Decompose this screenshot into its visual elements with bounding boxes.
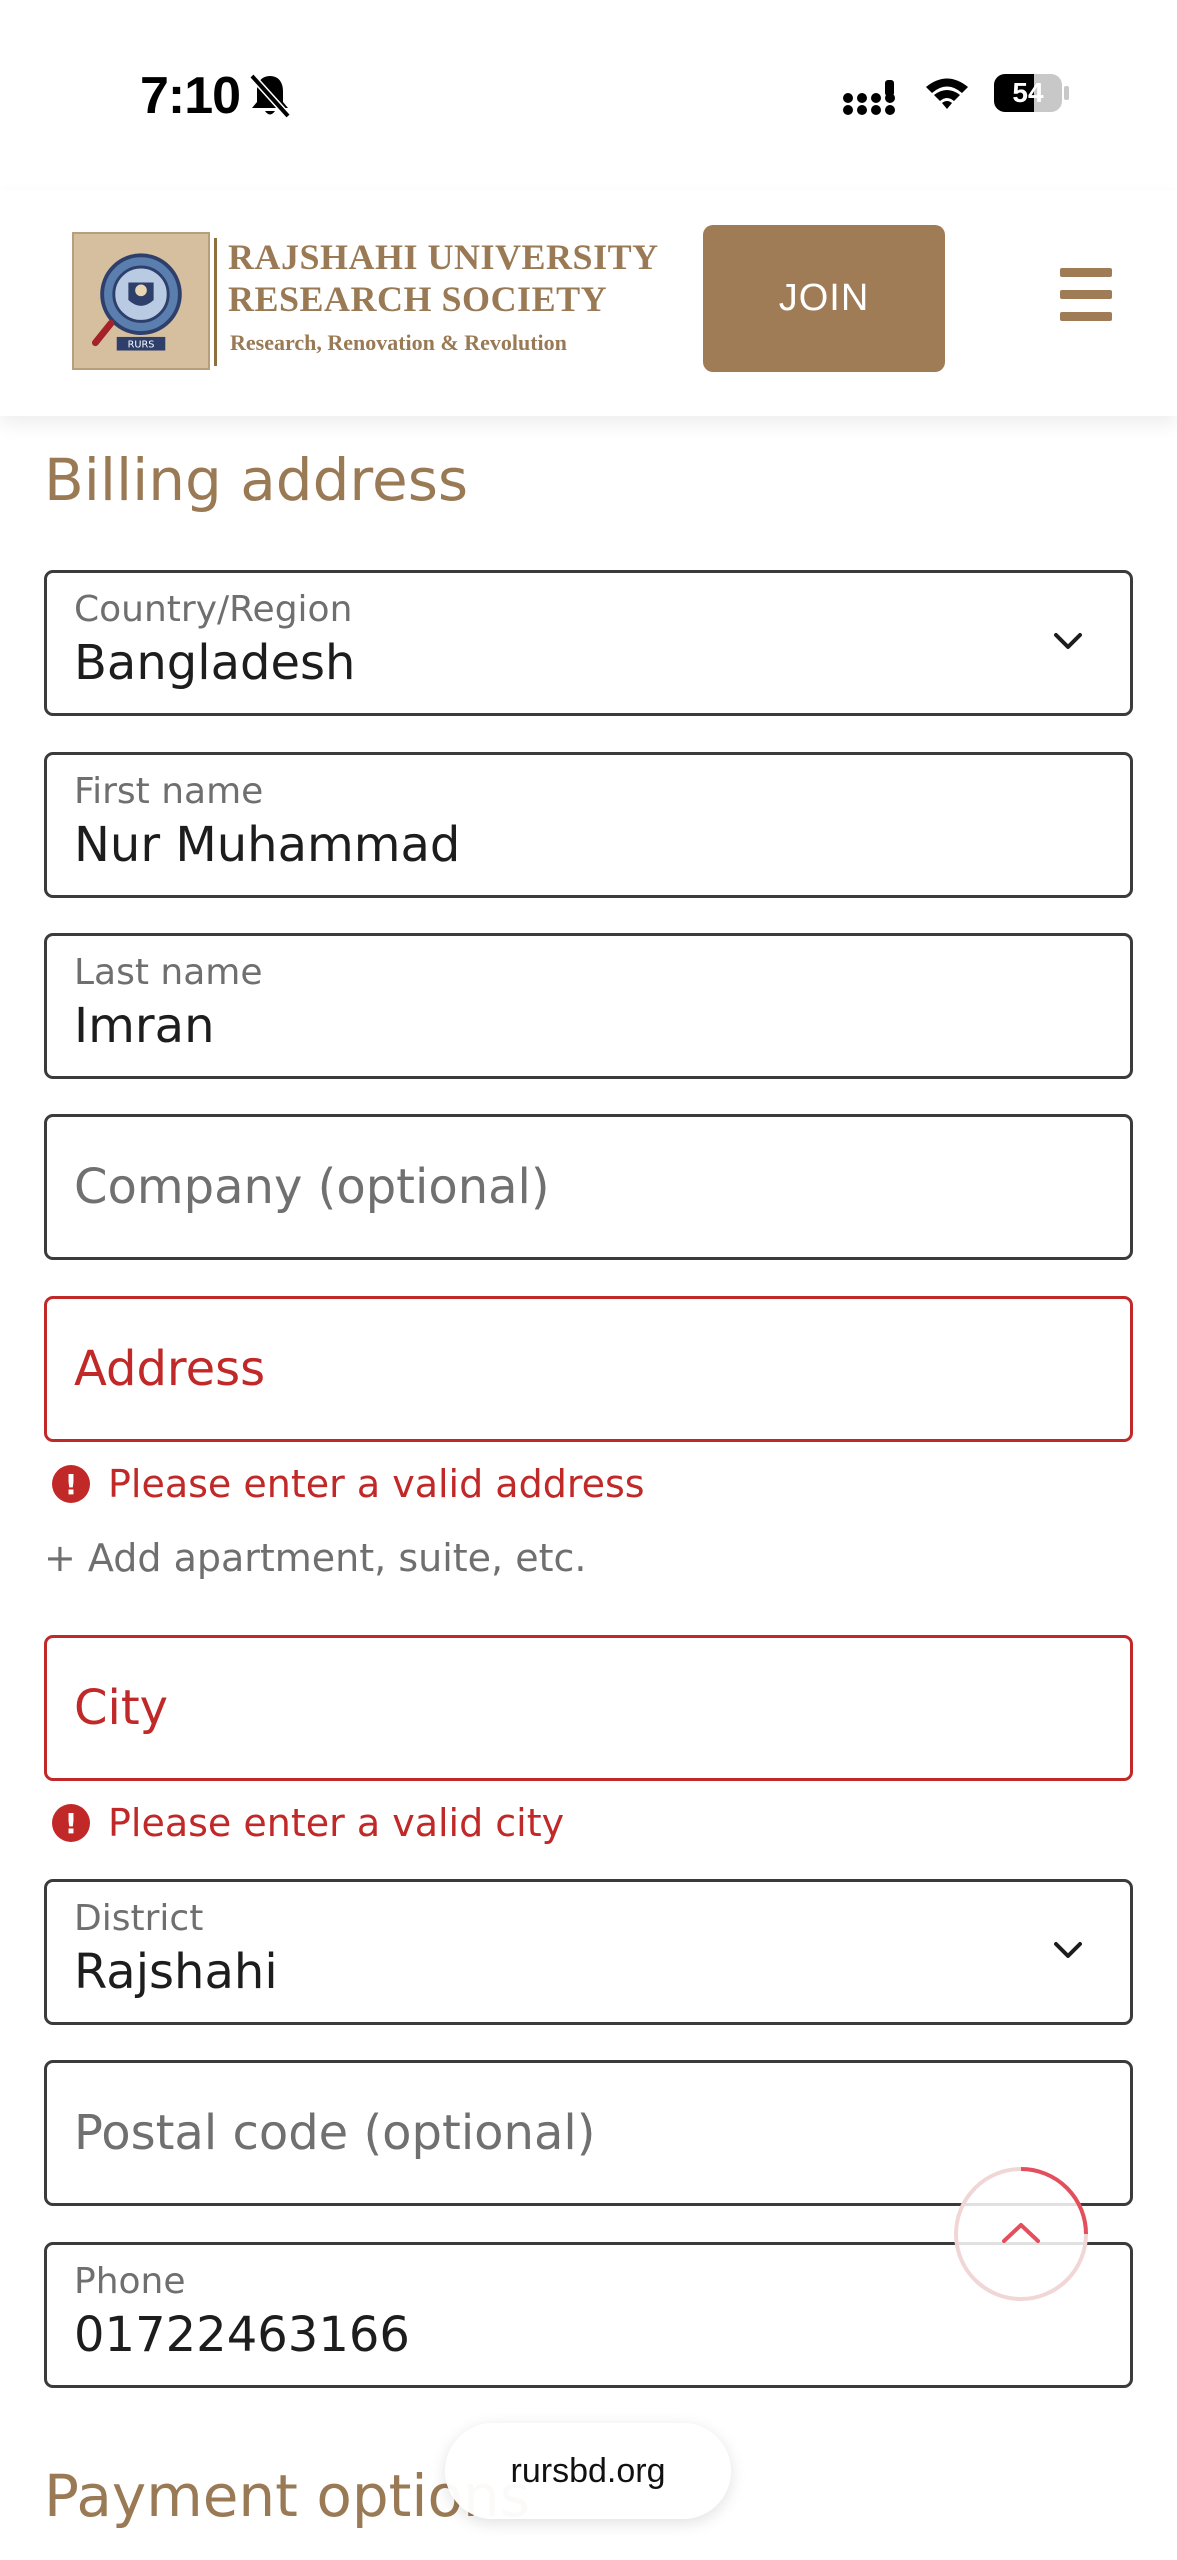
city-error-text: Please enter a valid city xyxy=(108,1801,565,1845)
first-name-field[interactable]: First name Nur Muhammad xyxy=(44,752,1133,898)
site-logo[interactable]: RURS RAJSHAHI UNIVERSITY RESEARCH SOCIET… xyxy=(72,232,658,370)
country-select[interactable]: Country/Region Bangladesh xyxy=(44,570,1133,716)
chevron-down-icon xyxy=(1054,633,1082,649)
error-icon: ! xyxy=(52,1804,90,1842)
error-icon: ! xyxy=(52,1465,90,1503)
address-field[interactable]: Address xyxy=(44,1296,1133,1442)
country-value: Bangladesh xyxy=(74,635,356,691)
cellular-signal-icon xyxy=(843,80,895,115)
district-select[interactable]: District Rajshahi xyxy=(44,1879,1133,2025)
first-name-label: First name xyxy=(74,771,264,812)
chevron-down-icon xyxy=(1054,1942,1082,1958)
district-label: District xyxy=(74,1898,204,1939)
last-name-value: Imran xyxy=(74,998,215,1054)
battery-icon: 54 xyxy=(992,72,1072,114)
chevron-up-icon xyxy=(1002,2223,1040,2243)
site-header: RURS RAJSHAHI UNIVERSITY RESEARCH SOCIET… xyxy=(0,190,1177,416)
billing-address-heading: Billing address xyxy=(44,446,469,514)
add-apartment-link[interactable]: + Add apartment, suite, etc. xyxy=(44,1536,586,1580)
bell-off-icon xyxy=(249,73,291,119)
browser-url-bar[interactable]: rursbd.org xyxy=(445,2423,731,2519)
district-value: Rajshahi xyxy=(74,1944,278,2000)
phone-label: Phone xyxy=(74,2261,186,2302)
logo-title-line1: RAJSHAHI UNIVERSITY xyxy=(228,237,659,277)
logo-emblem: RURS xyxy=(72,232,210,370)
city-error: ! Please enter a valid city xyxy=(52,1801,564,1845)
phone-value: 01722463166 xyxy=(74,2307,410,2363)
company-field[interactable]: Company (optional) xyxy=(44,1114,1133,1260)
company-placeholder: Company (optional) xyxy=(74,1159,550,1215)
country-label: Country/Region xyxy=(74,589,353,630)
address-placeholder: Address xyxy=(74,1341,266,1397)
scroll-to-top-button[interactable] xyxy=(954,2167,1088,2301)
city-field[interactable]: City xyxy=(44,1635,1133,1781)
last-name-field[interactable]: Last name Imran xyxy=(44,933,1133,1079)
join-button[interactable]: JOIN xyxy=(703,225,945,372)
last-name-label: Last name xyxy=(74,952,263,993)
first-name-value: Nur Muhammad xyxy=(74,817,461,873)
hamburger-menu-icon[interactable] xyxy=(1058,268,1114,322)
status-bar: 7:10 54 xyxy=(0,0,1177,190)
logo-title-line2: RESEARCH SOCIETY xyxy=(228,279,608,319)
logo-tagline: Research, Renovation & Revolution xyxy=(230,330,567,355)
address-error-text: Please enter a valid address xyxy=(108,1462,645,1506)
wifi-icon xyxy=(926,78,968,109)
status-time: 7:10 xyxy=(140,67,241,125)
battery-level: 54 xyxy=(1012,77,1044,108)
address-error: ! Please enter a valid address xyxy=(52,1462,645,1506)
emblem-text: RURS xyxy=(128,340,155,351)
logo-divider xyxy=(214,238,217,366)
postal-code-placeholder: Postal code (optional) xyxy=(74,2105,596,2161)
city-placeholder: City xyxy=(74,1680,169,1736)
